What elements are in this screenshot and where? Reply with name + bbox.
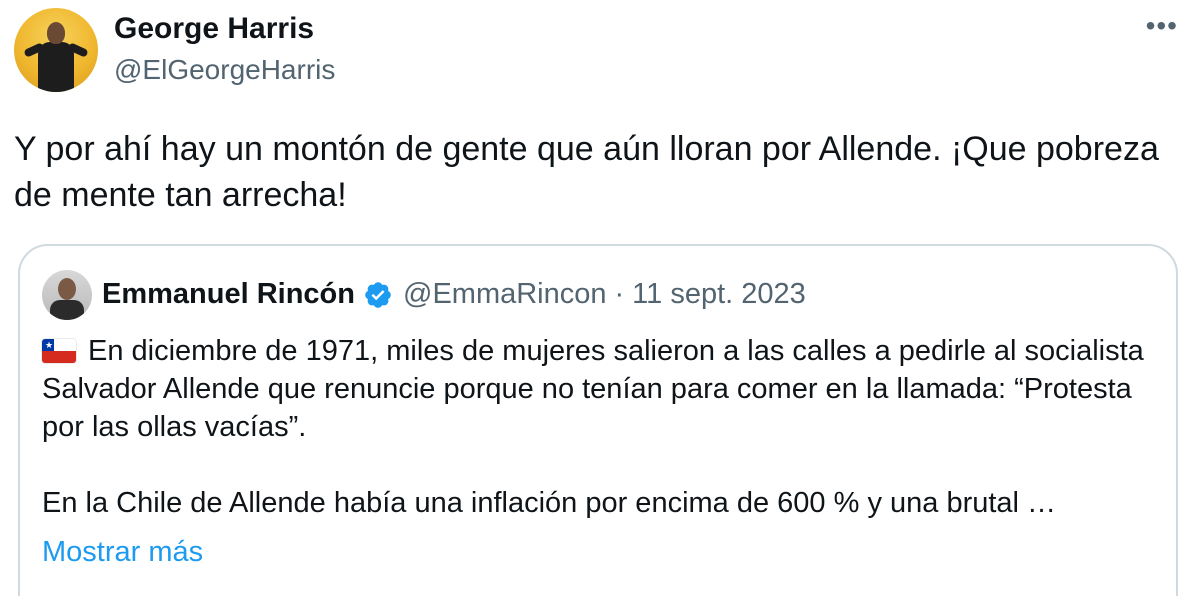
- tweet-text: Y por ahí hay un montón de gente que aún…: [14, 130, 1159, 214]
- author-handle[interactable]: @ElGeorgeHarris: [114, 54, 335, 86]
- quoted-author-name[interactable]: Emmanuel Rincón: [102, 278, 355, 311]
- show-more-link[interactable]: Mostrar más: [42, 536, 203, 569]
- quoted-tweet[interactable]: Emmanuel Rincón @EmmaRincon · 11 sept. 2…: [18, 244, 1178, 596]
- quoted-avatar-head: [58, 278, 76, 300]
- chile-flag-icon: ★: [42, 339, 76, 363]
- quoted-author-handle[interactable]: @EmmaRincon: [403, 278, 607, 311]
- separator-dot: ·: [614, 278, 625, 310]
- more-options-icon[interactable]: •••: [1146, 10, 1178, 42]
- quoted-paragraph-1: ★ En diciembre de 1971, miles de mujeres …: [42, 332, 1152, 446]
- avatar-body: [38, 42, 74, 92]
- author-avatar[interactable]: [14, 8, 98, 92]
- verified-badge-icon: [365, 281, 391, 308]
- quoted-avatar-body: [50, 300, 84, 320]
- avatar-head: [47, 22, 65, 44]
- author-name[interactable]: George Harris: [114, 12, 314, 46]
- quoted-text: ★ En diciembre de 1971, miles de mujeres …: [42, 332, 1152, 522]
- quoted-paragraph-2: En la Chile de Allende había una inflaci…: [42, 487, 1057, 519]
- quoted-date[interactable]: 11 sept. 2023: [632, 278, 806, 311]
- quoted-header: Emmanuel Rincón @EmmaRincon · 11 sept. 2…: [102, 278, 806, 311]
- tweet: George Harris @ElGeorgeHarris ••• Y por …: [0, 0, 1200, 596]
- quoted-paragraph-1-text: En diciembre de 1971, miles de mujeres s…: [42, 335, 1144, 443]
- quoted-author-avatar[interactable]: [42, 270, 92, 320]
